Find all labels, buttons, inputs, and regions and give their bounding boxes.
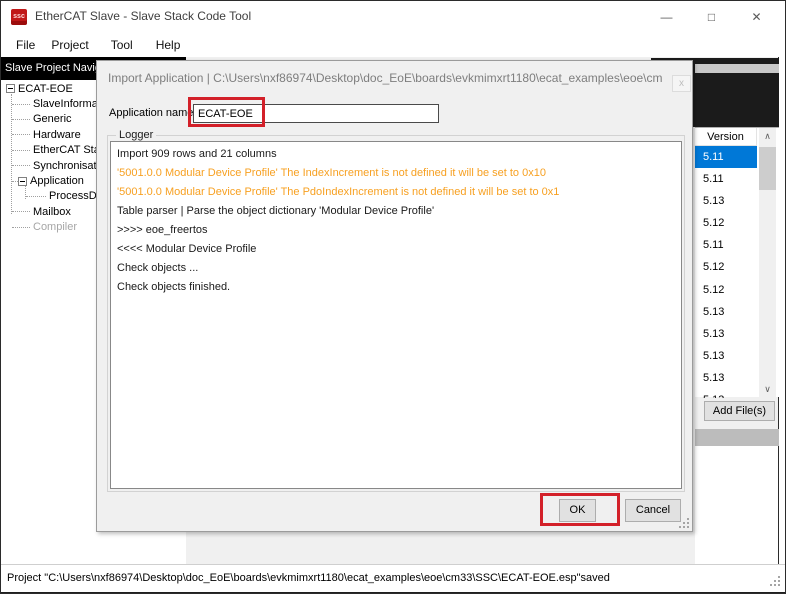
window-controls: — □ ✕ bbox=[644, 1, 779, 33]
tree-connector bbox=[12, 134, 30, 135]
minimize-button[interactable]: — bbox=[644, 1, 689, 33]
right-gutter bbox=[779, 57, 786, 564]
tree-connector bbox=[12, 104, 30, 105]
tree-item-label: Application bbox=[30, 175, 84, 187]
window-title: EtherCAT Slave - Slave Stack Code Tool bbox=[35, 9, 251, 23]
version-row[interactable]: 5.13 bbox=[695, 345, 757, 367]
close-button[interactable]: ✕ bbox=[734, 1, 779, 33]
dialog-title-bar[interactable]: Import Application | C:\Users\nxf86974\D… bbox=[97, 61, 692, 95]
log-line: Check objects finished. bbox=[117, 278, 675, 297]
tree-item-label: Hardware bbox=[33, 129, 81, 141]
version-row[interactable]: 5.13 bbox=[695, 190, 757, 212]
version-row[interactable]: 5.12 bbox=[695, 256, 757, 278]
version-row[interactable]: 5.13 bbox=[695, 367, 757, 389]
cancel-button[interactable]: Cancel bbox=[625, 499, 681, 522]
add-files-button[interactable]: Add File(s) bbox=[704, 401, 775, 421]
status-bar: Project "C:\Users\nxf86974\Desktop\doc_E… bbox=[1, 564, 785, 592]
tree-item-label: ECAT-EOE bbox=[18, 83, 73, 95]
maximize-button[interactable]: □ bbox=[689, 1, 734, 33]
ok-button[interactable]: OK bbox=[559, 499, 596, 522]
log-warning-line: '5001.0.0 Modular Device Profile' The Pd… bbox=[117, 183, 675, 202]
version-row[interactable]: 5.13 bbox=[695, 323, 757, 345]
log-line: Import 909 rows and 21 columns bbox=[117, 145, 675, 164]
scroll-up-icon[interactable]: ∧ bbox=[759, 128, 776, 145]
logger-groupbox: Logger Import 909 rows and 21 columns'50… bbox=[107, 135, 685, 492]
log-line: Table parser | Parse the object dictiona… bbox=[117, 202, 675, 221]
tree-connector bbox=[12, 227, 30, 228]
log-line: >>>> eoe_freertos bbox=[117, 221, 675, 240]
import-application-dialog: Import Application | C:\Users\nxf86974\D… bbox=[96, 60, 693, 532]
app-icon: ssc bbox=[11, 9, 27, 25]
version-column-header[interactable]: Version bbox=[695, 128, 757, 146]
version-scrollbar[interactable]: ∧ ∨ bbox=[759, 128, 776, 398]
application-name-label: Application name bbox=[109, 107, 193, 119]
logger-label: Logger bbox=[116, 129, 156, 141]
menu-item-help[interactable]: Help bbox=[156, 35, 181, 55]
tree-connector bbox=[12, 119, 30, 120]
menu-item-file[interactable]: File bbox=[16, 35, 35, 55]
version-row[interactable]: 5.13 bbox=[695, 389, 757, 398]
version-row[interactable]: 5.11 bbox=[695, 234, 757, 256]
tree-item-label: Compiler bbox=[33, 221, 77, 233]
scroll-thumb[interactable] bbox=[759, 147, 776, 190]
tree-connector bbox=[26, 196, 46, 197]
logger-output[interactable]: Import 909 rows and 21 columns'5001.0.0 … bbox=[110, 141, 682, 489]
version-row[interactable]: 5.11 bbox=[695, 168, 757, 190]
collapse-icon[interactable] bbox=[6, 84, 15, 93]
title-bar[interactable]: ssc EtherCAT Slave - Slave Stack Code To… bbox=[1, 1, 785, 33]
menu-item-tool[interactable]: Tool bbox=[111, 35, 133, 55]
version-row[interactable]: 5.12 bbox=[695, 212, 757, 234]
version-list: Version 5.115.115.135.125.115.125.125.13… bbox=[695, 127, 779, 397]
tree-connector bbox=[12, 165, 30, 166]
log-line: Check objects ... bbox=[117, 259, 675, 278]
main-window: ssc EtherCAT Slave - Slave Stack Code To… bbox=[0, 0, 786, 594]
window-resize-grip[interactable] bbox=[769, 575, 780, 586]
version-row[interactable]: 5.13 bbox=[695, 301, 757, 323]
lower-panel bbox=[695, 446, 778, 564]
version-rows: 5.115.115.135.125.115.125.125.135.135.13… bbox=[695, 146, 757, 398]
tree-connector-line bbox=[25, 186, 26, 199]
dialog-resize-grip[interactable] bbox=[678, 517, 689, 528]
tree-connector-line bbox=[11, 94, 12, 214]
dialog-close-button[interactable]: x bbox=[672, 75, 691, 92]
tree-connector bbox=[12, 211, 30, 212]
log-warning-line: '5001.0.0 Modular Device Profile' The In… bbox=[117, 164, 675, 183]
tree-connector bbox=[12, 150, 30, 151]
lower-panel-header bbox=[695, 429, 779, 446]
application-name-input[interactable] bbox=[193, 104, 439, 123]
menu-bar: File Project Tool Help bbox=[1, 33, 785, 57]
tree-item-label: Generic bbox=[33, 113, 72, 125]
tree-item-label: Mailbox bbox=[33, 206, 71, 218]
version-row[interactable]: 5.11 bbox=[695, 146, 757, 168]
collapse-icon[interactable] bbox=[18, 177, 27, 186]
menu-item-project[interactable]: Project bbox=[51, 35, 88, 55]
log-line: <<<< Modular Device Profile bbox=[117, 240, 675, 259]
scroll-down-icon[interactable]: ∨ bbox=[759, 381, 776, 398]
dialog-title: Import Application | C:\Users\nxf86974\D… bbox=[108, 71, 663, 85]
files-panel-strip bbox=[695, 64, 779, 73]
status-text: Project "C:\Users\nxf86974\Desktop\doc_E… bbox=[7, 572, 610, 584]
version-row[interactable]: 5.12 bbox=[695, 279, 757, 301]
